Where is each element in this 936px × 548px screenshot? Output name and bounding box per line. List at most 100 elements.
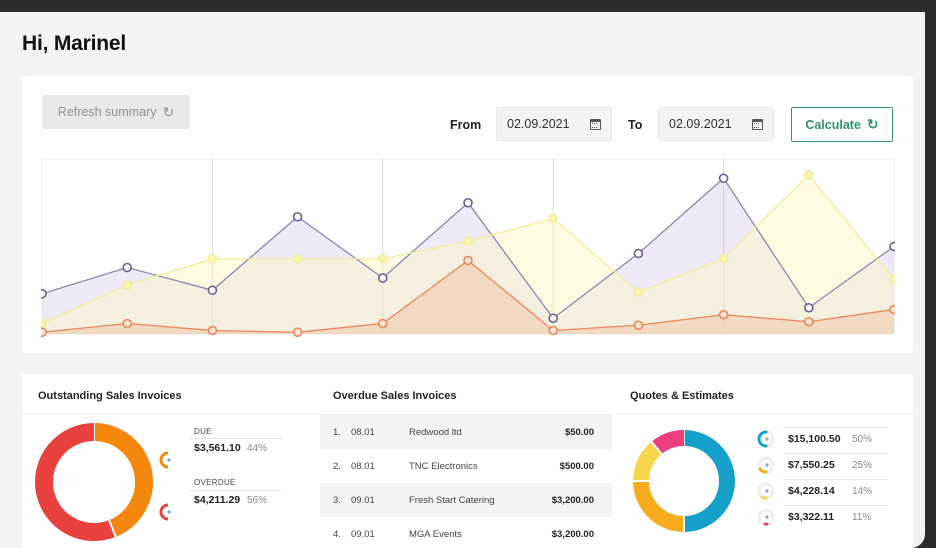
- quotes-donut: [633, 430, 735, 532]
- from-label: From: [450, 118, 482, 132]
- series-yellow-point[interactable]: [292, 253, 303, 264]
- row-customer: Redwood ltd: [409, 426, 462, 438]
- row-amount: $3,200.00: [551, 494, 594, 506]
- from-date-value: 02.09.2021: [507, 117, 570, 131]
- divider: [190, 438, 282, 439]
- overdue-legend-icon: [159, 503, 171, 521]
- series-purple-point[interactable]: [377, 273, 388, 283]
- quotes-donut-slice[interactable]: [633, 480, 685, 532]
- table-row[interactable]: 2. 08.01 TNC Electronics $500.00: [320, 449, 612, 483]
- row-date: 09.01: [351, 494, 375, 506]
- series-orange-point[interactable]: [292, 327, 303, 338]
- row-amount: $3,200.00: [551, 528, 594, 540]
- series-yellow-point[interactable]: [463, 236, 473, 247]
- summary-card: Refresh summary ↻ From 02.09.2021 To 02.…: [22, 76, 913, 353]
- row-number: 2.: [333, 460, 341, 472]
- series-orange-point[interactable]: [122, 318, 132, 329]
- refresh-summary-label: Refresh summary: [57, 105, 157, 119]
- series-orange-point[interactable]: [889, 304, 899, 315]
- series-yellow-point[interactable]: [803, 169, 814, 180]
- series-orange-point[interactable]: [803, 316, 814, 327]
- quote-amount: $15,100.50: [788, 433, 841, 445]
- series-purple-point[interactable]: [122, 262, 132, 273]
- series-yellow-point[interactable]: [718, 253, 729, 264]
- due-label: DUE: [194, 427, 212, 436]
- outstanding-donut: [35, 423, 153, 541]
- row-date: 08.01: [351, 426, 375, 438]
- refresh-summary-button[interactable]: Refresh summary ↻: [42, 95, 190, 129]
- outstanding-donut-slice[interactable]: [35, 423, 116, 541]
- calculate-label: Calculate: [805, 117, 861, 132]
- quotes-title: Quotes & Estimates: [630, 390, 734, 402]
- divider: [784, 427, 888, 428]
- quote-legend-icon: [757, 482, 775, 500]
- calendar-icon[interactable]: [590, 118, 601, 130]
- overdue-label: OVERDUE: [194, 478, 236, 487]
- calculate-button[interactable]: Calculate ↻: [791, 107, 893, 142]
- series-purple-point[interactable]: [207, 285, 218, 296]
- sales-area-chart: [37, 157, 899, 338]
- divider: [784, 479, 888, 480]
- overdue-table: 1. 08.01 Redwood ltd $50.00 2. 08.01 TNC…: [320, 414, 614, 548]
- series-orange-point[interactable]: [207, 325, 218, 336]
- area-chart-svg: [37, 158, 899, 338]
- quote-amount: $3,322.11: [788, 511, 835, 523]
- series-yellow-point[interactable]: [207, 253, 218, 264]
- outstanding-panel: DUE $3,561.10 44% OVERDUE $4,211.29 56%: [22, 414, 318, 548]
- refresh-icon: ↻: [162, 103, 175, 120]
- series-orange-point[interactable]: [633, 320, 644, 331]
- series-purple-point[interactable]: [803, 302, 814, 313]
- overdue-percent: 56%: [247, 495, 268, 506]
- due-legend-icon: [159, 451, 171, 469]
- to-date-value: 02.09.2021: [669, 117, 732, 131]
- row-date: 08.01: [351, 460, 375, 472]
- table-row[interactable]: 1. 08.01 Redwood ltd $50.00: [320, 415, 612, 449]
- series-orange-point[interactable]: [718, 309, 729, 320]
- quotes-donut-slice[interactable]: [683, 430, 735, 532]
- row-customer: TNC Electronics: [409, 460, 478, 472]
- row-number: 3.: [333, 494, 341, 506]
- series-purple-point[interactable]: [889, 241, 899, 252]
- quote-percent: 11%: [852, 512, 872, 523]
- series-purple-point[interactable]: [633, 248, 644, 259]
- table-row[interactable]: 3. 09.01 Fresh Start Catering $3,200.00: [320, 483, 612, 517]
- series-orange-point[interactable]: [37, 327, 47, 338]
- series-yellow-point[interactable]: [633, 287, 644, 297]
- series-purple-point[interactable]: [292, 211, 303, 222]
- quote-percent: 50%: [852, 434, 873, 445]
- row-number: 1.: [333, 426, 341, 438]
- series-purple-point[interactable]: [37, 288, 47, 299]
- series-purple-point[interactable]: [463, 197, 473, 208]
- quote-legend-icon: [757, 430, 775, 448]
- quote-amount: $4,228.14: [788, 485, 835, 497]
- series-yellow-point[interactable]: [122, 280, 132, 290]
- series-yellow-point[interactable]: [889, 274, 899, 285]
- series-orange-point[interactable]: [548, 325, 559, 336]
- to-date-field[interactable]: 02.09.2021: [658, 107, 774, 141]
- series-yellow-point[interactable]: [37, 318, 47, 329]
- divider: [190, 490, 282, 491]
- outstanding-donut-slice[interactable]: [93, 423, 153, 537]
- refresh-icon: ↻: [866, 116, 879, 132]
- series-yellow-point[interactable]: [548, 213, 559, 224]
- from-date-field[interactable]: 02.09.2021: [496, 107, 612, 141]
- due-amount: $3,561.10: [194, 442, 241, 454]
- quote-legend-icon: [757, 508, 775, 526]
- quote-percent: 25%: [852, 460, 873, 471]
- row-amount: $500.00: [559, 460, 594, 472]
- overdue-title: Overdue Sales Invoices: [333, 390, 457, 402]
- calendar-icon[interactable]: [752, 118, 763, 130]
- series-purple-point[interactable]: [718, 173, 729, 184]
- quotes-panel: $15,100.50 50% $7,550.25 25% $4,228.14 14% $3,…: [616, 414, 913, 548]
- dashboard-screen: Hi, Marinel Refresh summary ↻ From 02.09…: [0, 12, 925, 548]
- quote-legend-icon: [757, 456, 775, 474]
- table-row[interactable]: 4. 09.01 MGA Events $3,200.00: [320, 517, 612, 548]
- series-purple-point[interactable]: [548, 313, 559, 324]
- row-amount: $50.00: [564, 426, 594, 438]
- series-yellow-point[interactable]: [377, 253, 388, 264]
- quotes-donut-slice[interactable]: [633, 441, 663, 482]
- series-orange-point[interactable]: [463, 255, 473, 266]
- page-title: Hi, Marinel: [22, 32, 126, 55]
- series-orange-point[interactable]: [377, 318, 388, 329]
- quotes-donut-slice[interactable]: [651, 430, 685, 455]
